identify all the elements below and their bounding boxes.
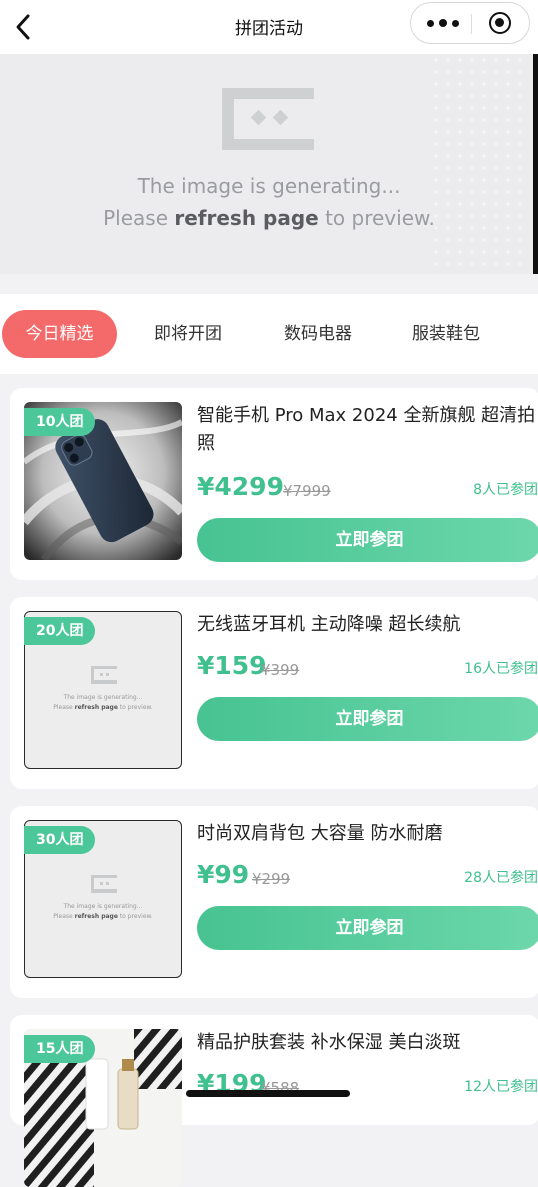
category-tabs: 今日精选 即将开团 数码电器 服装鞋包 xyxy=(0,294,538,374)
product-card[interactable]: 10人团 智能手机 Pro Max 2024 全新旗舰 超清拍照 ¥4299 ¥… xyxy=(10,388,538,580)
product-name[interactable]: 时尚双肩背包 大容量 防水耐磨 xyxy=(197,820,537,848)
group-price: ¥4299 xyxy=(197,472,284,501)
join-group-button[interactable]: 立即参团 xyxy=(197,697,538,741)
banner-edge xyxy=(533,54,538,274)
product-card[interactable]: The image is generating... Please refres… xyxy=(10,806,538,998)
image-placeholder-icon xyxy=(91,666,117,684)
joined-count: 28人已参团 xyxy=(464,870,538,886)
group-price: ¥159 xyxy=(197,651,267,680)
group-size-badge: 20人团 xyxy=(24,617,96,645)
tab-digital-electronics[interactable]: 数码电器 xyxy=(262,310,374,358)
group-size-badge: 30人团 xyxy=(24,826,96,854)
group-price: ¥99 xyxy=(197,860,250,889)
joined-count: 12人已参团 xyxy=(464,1079,538,1095)
group-size-badge: 15人团 xyxy=(24,1035,96,1063)
product-name[interactable]: 精品护肤套装 补水保湿 美白淡斑 xyxy=(197,1029,537,1057)
group-size-badge: 10人团 xyxy=(24,408,96,436)
banner-pixel-pattern xyxy=(430,54,530,274)
product-card[interactable]: 15人团 精品护肤套装 补水保湿 美白淡斑 ¥199 ¥588 12人已参团 xyxy=(10,1015,538,1187)
join-group-button[interactable]: 立即参团 xyxy=(197,906,538,950)
banner-generating-text: The image is generating... xyxy=(137,174,401,198)
image-placeholder-icon xyxy=(222,88,314,150)
banner-image[interactable]: The image is generating... Please refres… xyxy=(0,54,538,274)
capsule-divider xyxy=(471,14,472,34)
product-name[interactable]: 无线蓝牙耳机 主动降噪 超长续航 xyxy=(197,611,537,639)
nav-bar: 拼团活动 xyxy=(0,0,538,54)
more-options-icon[interactable] xyxy=(423,13,463,33)
tab-clothing-bags[interactable]: 服装鞋包 xyxy=(390,310,502,358)
tab-today-picks[interactable]: 今日精选 xyxy=(2,310,117,358)
home-indicator[interactable] xyxy=(186,1090,350,1097)
banner-refresh-text: Please refresh page to preview. xyxy=(103,206,435,230)
original-price: ¥399 xyxy=(261,661,300,679)
original-price: ¥7999 xyxy=(283,482,331,500)
product-name[interactable]: 智能手机 Pro Max 2024 全新旗舰 超清拍照 xyxy=(197,402,537,458)
image-placeholder-icon xyxy=(91,875,117,893)
original-price: ¥299 xyxy=(252,870,291,888)
tab-upcoming[interactable]: 即将开团 xyxy=(132,310,244,358)
joined-count: 16人已参团 xyxy=(464,661,538,677)
join-group-button[interactable]: 立即参团 xyxy=(197,518,538,562)
mini-program-capsule xyxy=(410,2,530,44)
close-target-icon[interactable] xyxy=(489,12,511,34)
product-card[interactable]: The image is generating... Please refres… xyxy=(10,597,538,789)
joined-count: 8人已参团 xyxy=(473,482,538,498)
